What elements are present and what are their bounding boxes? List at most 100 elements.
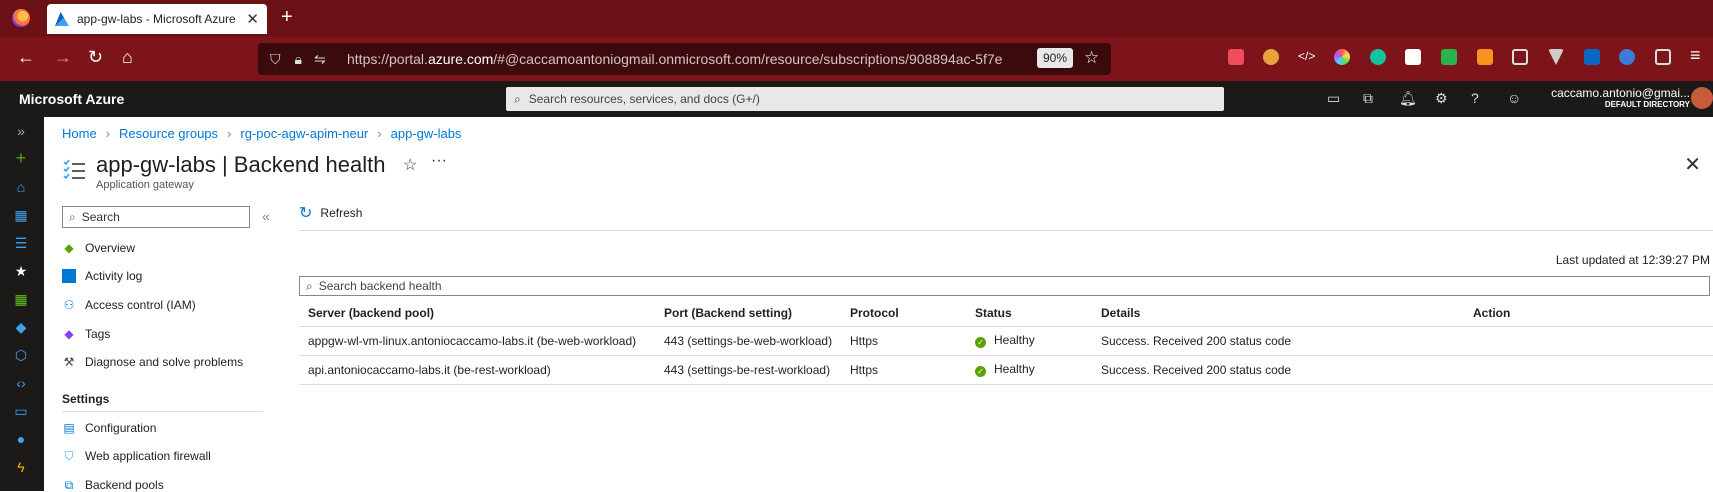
wh-icon[interactable] (1441, 49, 1457, 65)
menu-item-diagnose[interactable]: ⚒ Diagnose and solve problems (62, 355, 243, 369)
backend-health-search-input[interactable]: ⌕ Search backend health (299, 276, 1710, 296)
account-menu[interactable]: caccamo.antonio@gmai... DEFAULT DIRECTOR… (1551, 86, 1690, 109)
menu-item-access-control[interactable]: ⚇ Access control (IAM) (62, 298, 196, 312)
global-search-input[interactable]: ⌕ Search resources, services, and docs (… (506, 87, 1224, 111)
column-header-server[interactable]: Server (backend pool) (299, 300, 655, 327)
forward-icon[interactable]: → (54, 47, 72, 68)
collapse-menu-icon[interactable]: « (262, 208, 270, 224)
notifications-icon[interactable]: 🔔︎ (1399, 90, 1417, 107)
firefox-logo-icon[interactable] (12, 9, 30, 27)
library-icon[interactable] (1512, 49, 1528, 65)
directory-filter-icon[interactable]: ⧉ (1363, 90, 1373, 107)
cloud-shell-icon[interactable]: ▭ (1327, 90, 1340, 107)
linkedin-icon[interactable] (1584, 49, 1600, 65)
favorite-star-icon[interactable]: ☆ (403, 155, 417, 175)
virtual-machines-icon[interactable]: ▭ (13, 403, 29, 419)
configuration-icon: ▤ (63, 421, 75, 435)
status-text: Healthy (994, 333, 1035, 347)
breadcrumb: Home › Resource groups › rg-poc-agw-apim… (62, 126, 461, 141)
feedback-icon[interactable]: ☺ (1507, 90, 1521, 106)
menu-item-waf[interactable]: ⛉ Web application firewall (62, 449, 210, 463)
table-row: api.antoniocaccamo-labs.it (be-rest-work… (299, 355, 1713, 385)
shield-icon[interactable] (1619, 49, 1635, 65)
column-header-status[interactable]: Status (966, 300, 1092, 327)
action-cell (1464, 326, 1713, 356)
home-icon[interactable]: ⌂ (13, 179, 29, 195)
help-icon[interactable]: ? (1471, 90, 1479, 106)
tag-icon: ◆ (64, 327, 74, 341)
breadcrumb-home[interactable]: Home (62, 126, 97, 141)
global-search-placeholder: Search resources, services, and docs (G+… (528, 92, 760, 106)
backend-health-icon (63, 159, 85, 180)
table-row: appgw-wl-vm-linux.antoniocaccamo-labs.it… (299, 326, 1713, 356)
menu-item-configuration[interactable]: ▤ Configuration (62, 421, 156, 435)
color-icon[interactable] (1334, 49, 1350, 65)
shield-icon: ⛉ (64, 449, 74, 463)
azure-top-bar: Microsoft Azure ⌕ Search resources, serv… (0, 81, 1713, 117)
browser-tab-bar: app-gw-labs - Microsoft Azure ✕ + (0, 0, 1713, 37)
healthy-check-icon: ✓ (975, 366, 986, 377)
dashboard-icon[interactable]: ▦ (13, 207, 29, 223)
menu-item-activity-log[interactable]: Activity log (62, 269, 142, 283)
breadcrumb-separator-icon: › (377, 126, 382, 141)
create-resource-icon[interactable]: + (13, 149, 29, 167)
column-header-protocol[interactable]: Protocol (841, 300, 966, 327)
menu-icon[interactable]: ≡ (1690, 45, 1701, 66)
refresh-icon: ↻ (299, 205, 313, 222)
app-services-icon[interactable]: ⬡ (13, 347, 29, 363)
extension-icon[interactable] (1263, 49, 1279, 65)
url-bar[interactable]: ⛉ 🔒︎ ⇋ https://portal.azure.com/#@caccam… (258, 43, 1111, 75)
menu-item-label: Diagnose and solve problems (85, 355, 244, 369)
avatar[interactable] (1691, 87, 1713, 109)
fire-icon[interactable] (1477, 49, 1493, 65)
favorites-icon[interactable]: ★ (13, 263, 29, 279)
menu-search-input[interactable]: ⌕ Search (62, 206, 250, 228)
breadcrumb-resource[interactable]: app-gw-labs (391, 126, 462, 141)
bookmark-star-icon[interactable]: ☆ (1084, 48, 1099, 68)
resource-groups-icon[interactable]: ◆ (13, 319, 29, 335)
refresh-button[interactable]: ↻ Refresh (299, 203, 362, 223)
all-services-icon[interactable]: ☰ (13, 235, 29, 251)
all-resources-icon[interactable]: ▦ (13, 291, 29, 307)
home-icon[interactable]: ⌂ (122, 47, 133, 68)
grammarly-icon[interactable] (1370, 49, 1386, 65)
browser-tab[interactable]: app-gw-labs - Microsoft Azure ✕ (47, 4, 267, 34)
code-icon[interactable]: </> (1298, 49, 1315, 65)
server-cell: appgw-wl-vm-linux.antoniocaccamo-labs.it… (299, 326, 655, 356)
menu-item-label: Overview (85, 241, 136, 255)
tab-close-icon[interactable]: ✕ (246, 10, 259, 28)
expand-menu-icon[interactable]: » (13, 123, 29, 139)
last-updated-text: Last updated at 12:39:27 PM (1555, 253, 1710, 267)
lock-icon[interactable]: 🔒︎ (295, 51, 302, 68)
settings-gear-icon[interactable]: ⚙ (1435, 90, 1448, 107)
search-icon: ⌕ (306, 278, 313, 293)
column-header-details[interactable]: Details (1092, 300, 1464, 327)
menu-item-backend-pools[interactable]: ⧉ Backend pools (62, 478, 164, 492)
breadcrumb-resource-group[interactable]: rg-poc-agw-apim-neur (240, 126, 368, 141)
server-cell: api.antoniocaccamo-labs.it (be-rest-work… (299, 355, 655, 385)
load-balancer-icon[interactable]: ● (13, 431, 29, 447)
reload-icon[interactable]: ↻ (88, 47, 103, 68)
zoom-level[interactable]: 90% (1037, 48, 1074, 68)
permissions-icon[interactable]: ⇋ (314, 51, 326, 68)
menu-item-tags[interactable]: ◆ Tags (62, 327, 110, 341)
close-blade-icon[interactable]: ✕ (1684, 152, 1701, 177)
back-icon[interactable]: ← (17, 47, 35, 68)
browser-nav-bar: ← → ↻ ⌂ ⛉ 🔒︎ ⇋ https://portal.azure.com/… (0, 37, 1713, 81)
more-options-icon[interactable]: ··· (431, 152, 447, 170)
azure-brand[interactable]: Microsoft Azure (19, 91, 124, 107)
book-icon[interactable] (1405, 49, 1421, 65)
lightning-icon[interactable]: ϟ (13, 459, 29, 475)
vue-icon[interactable] (1548, 49, 1564, 65)
function-icon[interactable]: ‹› (13, 375, 29, 391)
pocket-icon[interactable] (1228, 49, 1244, 65)
tracking-shield-icon[interactable]: ⛉ (270, 51, 281, 68)
protocol-cell: Https (841, 355, 966, 385)
menu-item-overview[interactable]: ◆ Overview (62, 241, 135, 255)
status-cell: ✓ Healthy (966, 355, 1092, 385)
backend-health-search-placeholder: Search backend health (318, 279, 442, 293)
breadcrumb-resource-groups[interactable]: Resource groups (119, 126, 218, 141)
column-header-port[interactable]: Port (Backend setting) (655, 300, 841, 327)
new-tab-button[interactable]: + (281, 6, 293, 29)
puzzle-icon[interactable] (1655, 49, 1671, 65)
